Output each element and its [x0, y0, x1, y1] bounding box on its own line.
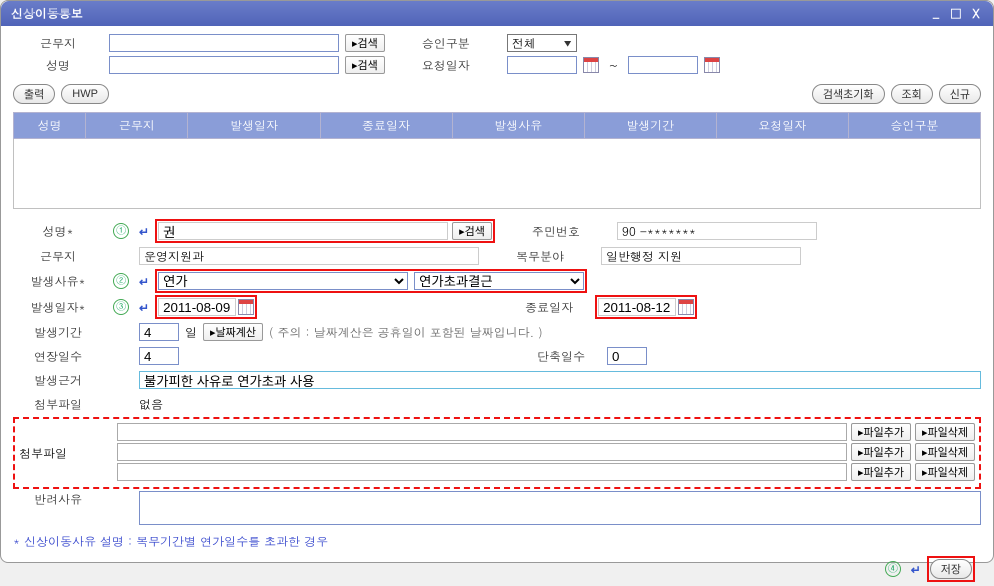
- period-value[interactable]: [139, 323, 179, 341]
- approval-type-label: 승인구분: [391, 35, 501, 52]
- name-label: 성명*: [13, 223, 103, 240]
- col-approval: 승인구분: [848, 113, 980, 139]
- period-note: ( 주의 : 날짜계산은 공휴일이 포함된 날짜입니다. ): [269, 324, 543, 341]
- basis-field[interactable]: [139, 371, 981, 389]
- service-field-label: 복무분야: [485, 248, 595, 265]
- start-date-field[interactable]: [158, 298, 236, 316]
- calendar-icon[interactable]: [238, 299, 254, 315]
- name-label-search: 성명: [13, 57, 103, 74]
- attach-add-2[interactable]: ▸파일추가: [851, 443, 911, 461]
- reason2-select[interactable]: 연가초과결근: [414, 272, 584, 290]
- hwp-button[interactable]: HWP: [61, 84, 109, 104]
- workplace-input[interactable]: [109, 34, 339, 52]
- circled-4-icon: ④: [885, 561, 901, 577]
- reason-label: 발생사유*: [13, 273, 103, 290]
- arrow-left-icon: ↵: [139, 299, 149, 316]
- attach-del-1[interactable]: ▸파일삭제: [915, 423, 975, 441]
- calendar-icon[interactable]: [583, 57, 599, 73]
- calendar-icon[interactable]: [704, 57, 720, 73]
- close-icon[interactable]: X: [969, 5, 983, 22]
- col-end-date: 종료일자: [320, 113, 452, 139]
- col-reason: 발생사유: [452, 113, 584, 139]
- rrn-value: 90 -*******: [617, 222, 817, 240]
- circled-1-icon: ①: [113, 223, 129, 239]
- window-title: 신상이동통보: [11, 5, 83, 22]
- col-name: 성명: [14, 113, 86, 139]
- workplace-value: 운영지원과: [139, 247, 479, 265]
- reject-reason-field[interactable]: [139, 491, 981, 525]
- attach-field-1[interactable]: [117, 423, 847, 441]
- arrow-left-icon: ↵: [911, 561, 921, 578]
- minimize-icon[interactable]: _: [929, 5, 943, 22]
- name-input-search[interactable]: [109, 56, 339, 74]
- approval-type-value: 전체: [512, 35, 536, 52]
- col-workplace: 근무지: [86, 113, 188, 139]
- arrow-left-icon: ↵: [139, 273, 149, 290]
- extend-label: 연장일수: [13, 348, 103, 365]
- col-req-date: 요청일자: [716, 113, 848, 139]
- date-range-tilde: ~: [609, 57, 619, 74]
- attach-del-3[interactable]: ▸파일삭제: [915, 463, 975, 481]
- period-unit: 일: [185, 324, 197, 341]
- service-field-value: 일반행정 지원: [601, 247, 801, 265]
- approval-type-select[interactable]: 전체 ▼: [507, 34, 577, 52]
- short-value[interactable]: [607, 347, 647, 365]
- start-date-label: 발생일자*: [13, 299, 103, 316]
- rrn-label: 주민번호: [501, 223, 611, 240]
- results-table: 성명 근무지 발생일자 종료일자 발생사유 발생기간 요청일자 승인구분: [13, 112, 981, 139]
- chevron-down-icon: ▼: [564, 37, 572, 50]
- arrow-left-icon: ↵: [139, 223, 149, 240]
- period-label: 발생기간: [13, 324, 103, 341]
- grid-body[interactable]: [13, 139, 981, 209]
- footer-note: * 신상이동사유 설명 : 복무기간별 연가일수를 초과한 경우: [13, 533, 981, 550]
- name-lookup-button[interactable]: ▸검색: [452, 222, 492, 240]
- basis-label: 발생근거: [13, 372, 103, 389]
- save-button[interactable]: 저장: [930, 559, 972, 579]
- print-button[interactable]: 출력: [13, 84, 55, 104]
- workplace-label-form: 근무지: [13, 248, 103, 265]
- end-date-label: 종료일자: [509, 299, 589, 316]
- maximize-icon[interactable]: □: [949, 5, 963, 22]
- attach-add-1[interactable]: ▸파일추가: [851, 423, 911, 441]
- name-field[interactable]: [158, 222, 448, 240]
- workplace-label: 근무지: [13, 35, 103, 52]
- attach-value-ro: 없음: [139, 396, 163, 413]
- attach-field-2[interactable]: [117, 443, 847, 461]
- request-date-to[interactable]: [628, 56, 698, 74]
- extend-value[interactable]: [139, 347, 179, 365]
- attach-field-3[interactable]: [117, 463, 847, 481]
- new-button[interactable]: 신규: [939, 84, 981, 104]
- request-date-from[interactable]: [507, 56, 577, 74]
- col-start-date: 발생일자: [188, 113, 320, 139]
- name-search-button[interactable]: ▸검색: [345, 56, 385, 74]
- circled-3-icon: ③: [113, 299, 129, 315]
- workplace-search-button[interactable]: ▸검색: [345, 34, 385, 52]
- circled-2-icon: ②: [113, 273, 129, 289]
- col-period: 발생기간: [584, 113, 716, 139]
- reset-search-button[interactable]: 검색초기화: [812, 84, 885, 104]
- request-date-label: 요청일자: [391, 57, 501, 74]
- short-label: 단축일수: [521, 348, 601, 365]
- attach-del-2[interactable]: ▸파일삭제: [915, 443, 975, 461]
- reason-select[interactable]: 연가: [158, 272, 408, 290]
- attach-label: 첨부파일: [19, 445, 109, 462]
- query-button[interactable]: 조회: [891, 84, 933, 104]
- reject-label: 반려사유: [13, 491, 103, 508]
- date-calc-button[interactable]: ▸날짜계산: [203, 323, 263, 341]
- end-date-field[interactable]: [598, 298, 676, 316]
- attach-label-ro: 첨부파일: [13, 396, 103, 413]
- calendar-icon[interactable]: [678, 299, 694, 315]
- attach-add-3[interactable]: ▸파일추가: [851, 463, 911, 481]
